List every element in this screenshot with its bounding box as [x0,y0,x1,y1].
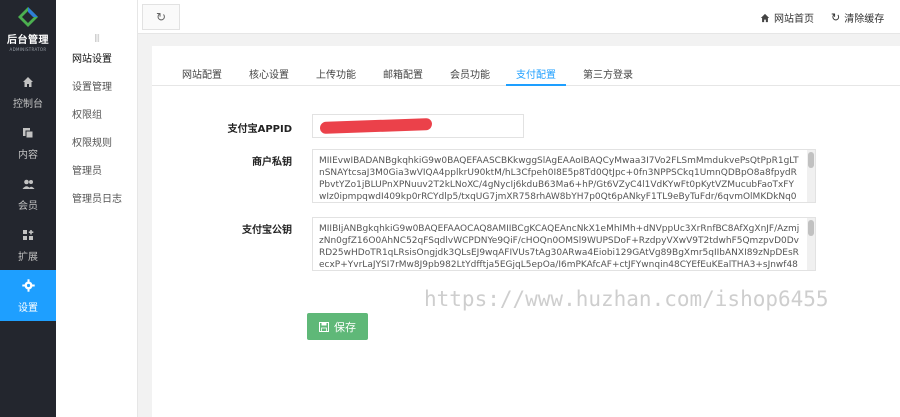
brand-title: 后台管理 [7,35,49,46]
logo-diamond-icon [18,7,38,27]
nav-item-label: 设置 [18,302,38,314]
clear-cache-label: 清除缓存 [844,14,885,25]
nav-item-label: 会员 [18,200,38,212]
submenu-item-permission-group[interactable]: 权限组 [56,102,137,130]
refresh-button[interactable]: ↻ [142,4,180,30]
private-key-textarea[interactable]: MIIEvwIBADANBgkqhkiG9w0BAQEFAASCBKkwggSl… [312,149,816,203]
tab-site-config[interactable]: 网站配置 [182,66,222,81]
submenu-item-permission-rules[interactable]: 权限规则 [56,130,137,158]
submenu-item-site-settings[interactable]: 网站设置 [56,46,137,74]
nav-item-label: 扩展 [18,251,38,263]
save-icon [319,321,329,332]
content-icon [22,125,34,141]
active-tab-indicator [506,84,566,86]
private-key-label: 商户私钥 [252,157,292,168]
appid-label: 支付宝APPID [227,124,292,135]
nav-item-settings[interactable]: 设置 [0,270,56,321]
nav-item-members[interactable]: 会员 [0,168,56,219]
tab-upload[interactable]: 上传功能 [316,66,356,81]
users-icon [22,176,35,192]
brand-subtitle: ADMINISTRATOR [9,47,47,52]
settings-card: 网站配置 核心设置 上传功能 邮箱配置 会员功能 支付配置 第三方登录 支付宝A… [152,46,900,417]
submenu-item-settings-manage[interactable]: 设置管理 [56,74,137,102]
extend-icon [22,227,34,243]
watermark-text: https://www.huzhan.com/ishop6455 [424,287,829,311]
public-key-scrollbar[interactable] [807,218,815,270]
settings-tabs: 网站配置 核心设置 上传功能 邮箱配置 会员功能 支付配置 第三方登录 [152,46,900,86]
save-label: 保存 [334,320,356,334]
tab-email-config[interactable]: 邮箱配置 [383,66,423,81]
gear-icon [21,278,35,294]
nav-item-dashboard[interactable]: 控制台 [0,66,56,117]
nav-item-extend[interactable]: 扩展 [0,219,56,270]
private-key-scrollbar[interactable] [807,150,815,202]
tab-core-settings[interactable]: 核心设置 [249,66,289,81]
clear-cache-link[interactable]: ↻ 清除缓存 [831,10,884,25]
tab-third-party-login[interactable]: 第三方登录 [583,66,633,81]
submenu-item-admins[interactable]: 管理员 [56,158,137,186]
refresh-icon: ↻ [831,11,841,24]
top-bar: ↻ 网站首页 ↻ 清除缓存 [138,0,900,34]
main-sidebar: 后台管理 ADMINISTRATOR 控制台 内容 会员 扩展 设置 [0,0,56,417]
public-key-textarea[interactable]: MIIBIjANBgkqhkiG9w0BAQEFAAOCAQ8AMIIBCgKC… [312,217,816,271]
site-home-label: 网站首页 [774,14,814,25]
nav-item-label: 控制台 [13,98,43,110]
settings-submenu: ||| 网站设置 设置管理 权限组 权限规则 管理员 管理员日志 [56,0,138,417]
nav-item-label: 内容 [18,149,38,161]
scrollbar-thumb[interactable] [808,152,814,168]
tab-member-features[interactable]: 会员功能 [450,66,490,81]
home-icon [22,74,34,90]
refresh-icon: ↻ [155,10,167,24]
nav-item-content[interactable]: 内容 [0,117,56,168]
save-button[interactable]: 保存 [307,313,368,340]
scrollbar-thumb[interactable] [808,220,814,236]
tab-payment-config[interactable]: 支付配置 [516,66,556,81]
brand-logo: 后台管理 ADMINISTRATOR [0,0,56,66]
public-key-label: 支付宝公钥 [242,225,292,236]
submenu-item-admin-log[interactable]: 管理员日志 [56,186,137,214]
submenu-toggle-handle[interactable]: ||| [56,0,137,46]
home-icon [760,13,770,22]
site-home-link[interactable]: 网站首页 [760,10,814,25]
